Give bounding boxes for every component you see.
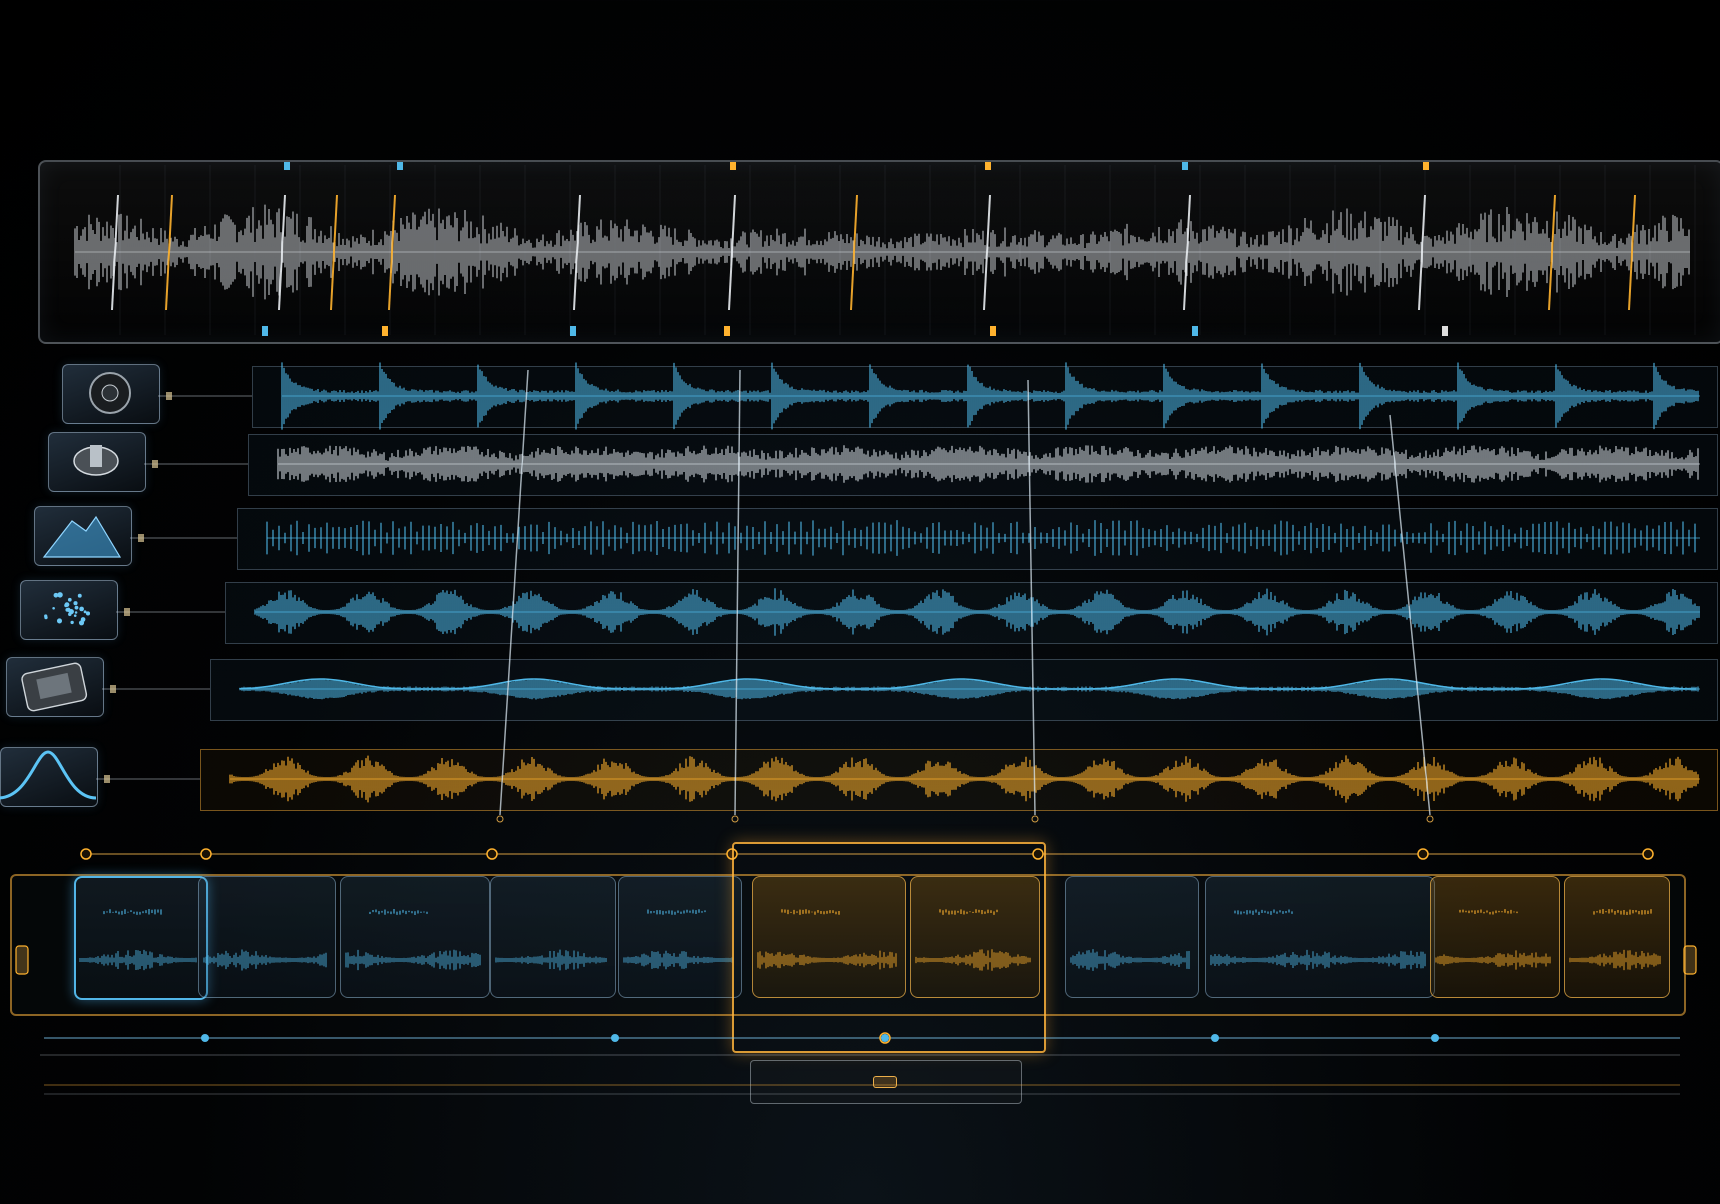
rail-node[interactable] bbox=[201, 1034, 209, 1042]
timeline-rails bbox=[40, 1032, 1680, 1095]
rail-node[interactable] bbox=[1211, 1034, 1219, 1042]
rail-node[interactable] bbox=[1431, 1034, 1439, 1042]
rail-node[interactable] bbox=[611, 1034, 619, 1042]
rail-node[interactable] bbox=[881, 1034, 889, 1042]
audio-editor-canvas bbox=[0, 0, 1720, 1204]
